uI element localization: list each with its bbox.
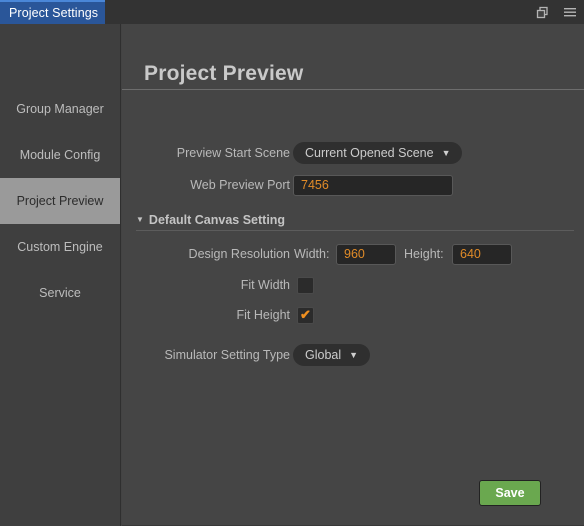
sidebar-item-label: Module Config [19,148,101,162]
sidebar-item-project-preview[interactable]: Project Preview [0,178,120,224]
web-preview-port-value: 7456 [301,178,329,192]
preview-start-scene-label: Preview Start Scene [176,146,290,160]
fit-height-label: Fit Height [236,308,291,322]
tab-label: Project Settings [9,6,99,20]
sidebar-item-service[interactable]: Service [0,270,120,316]
sidebar: Group Manager Module Config Project Prev… [0,24,121,526]
hamburger-menu-icon[interactable] [562,4,578,20]
title-divider [122,89,584,90]
width-label: Width: [294,247,330,261]
web-preview-port-label: Web Preview Port [190,178,290,192]
design-resolution-width-value: 960 [344,247,365,261]
preview-start-scene-value: Current Opened Scene [305,146,434,160]
chevron-down-icon: ▼ [441,147,451,158]
fit-width-checkbox[interactable] [297,276,314,294]
save-button[interactable]: Save [479,480,541,506]
sidebar-item-label: Project Preview [16,194,104,208]
checkmark-icon: ✔ [300,306,311,322]
sidebar-item-custom-engine[interactable]: Custom Engine [0,224,120,270]
window-controls [534,0,578,24]
save-button-label: Save [495,486,525,500]
row-fit-width: Fit Width [122,272,584,298]
sidebar-item-module-config[interactable]: Module Config [0,132,120,178]
chevron-down-icon: ▼ [349,349,359,360]
row-simulator-setting-type: Simulator Setting Type Global ▼ [122,342,584,368]
row-web-preview-port: Web Preview Port 7456 [122,172,584,198]
restore-window-icon[interactable] [534,4,550,20]
fit-width-label: Fit Width [240,278,290,292]
title-bar: Project Settings [0,0,584,24]
row-fit-height: Fit Height ✔ [122,302,584,328]
design-resolution-width-input[interactable]: 960 [336,243,396,265]
height-label: Height: [404,247,444,261]
sidebar-item-group-manager[interactable]: Group Manager [0,86,120,132]
default-canvas-setting-divider [136,230,574,231]
design-resolution-height-input[interactable]: 640 [452,243,512,265]
simulator-setting-type-dropdown[interactable]: Global ▼ [293,344,371,366]
content-panel: Project Preview Preview Start Scene Curr… [122,24,584,526]
web-preview-port-input[interactable]: 7456 [293,174,453,196]
default-canvas-setting-label: Default Canvas Setting [148,213,286,227]
simulator-setting-type-value: Global [305,348,342,362]
simulator-setting-type-label: Simulator Setting Type [164,348,290,362]
default-canvas-setting-header[interactable]: ▼ Default Canvas Setting [136,213,285,227]
sidebar-item-label: Custom Engine [17,240,103,254]
tab-project-settings[interactable]: Project Settings [0,0,105,24]
page-title: Project Preview [144,62,304,85]
design-resolution-label: Design Resolution [188,247,290,261]
fit-height-checkbox[interactable]: ✔ [297,306,314,324]
design-resolution-height-value: 640 [460,247,481,261]
row-design-resolution: Design Resolution Width: 960 Height: 640 [122,241,584,267]
row-preview-start-scene: Preview Start Scene Current Opened Scene… [122,140,584,166]
preview-start-scene-dropdown[interactable]: Current Opened Scene ▼ [293,142,463,164]
sidebar-item-label: Service [39,286,81,300]
project-settings-window: Project Settings Group Manager Module Co… [0,0,584,526]
triangle-down-icon: ▼ [136,214,144,224]
sidebar-item-label: Group Manager [16,102,104,116]
